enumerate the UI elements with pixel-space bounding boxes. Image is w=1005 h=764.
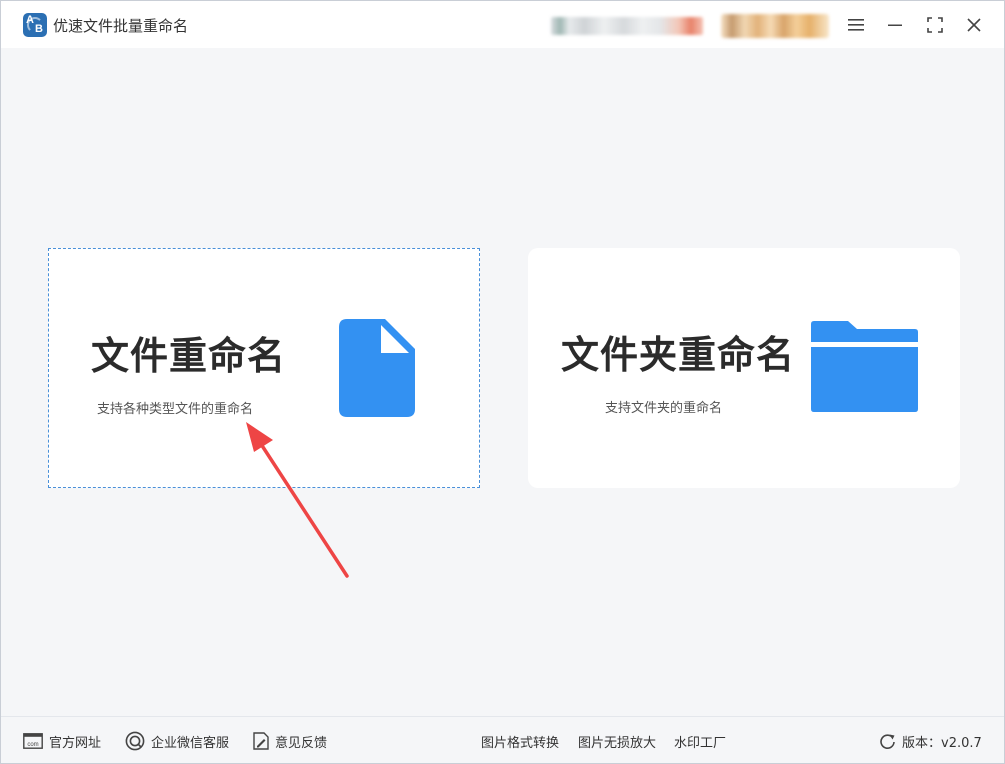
file-rename-card[interactable]: 文件重命名 支持各种类型文件的重命名 (48, 248, 480, 488)
close-button[interactable] (960, 11, 988, 39)
image-format-convert-link[interactable]: 图片格式转换 (481, 731, 559, 751)
version-info: 版本：v2.0.7 (879, 731, 982, 751)
watermark-factory-link[interactable]: 水印工厂 (674, 731, 726, 751)
website-icon-text: com (27, 742, 38, 748)
refresh-icon (879, 733, 896, 750)
wechat-support-label: 企业微信客服 (151, 735, 230, 751)
folder-rename-title: 文件夹重命名 (561, 333, 796, 377)
blurred-vip-badge[interactable] (721, 14, 829, 38)
website-icon: com (23, 733, 43, 749)
app-logo: A B (23, 13, 47, 37)
menu-button[interactable] (842, 11, 870, 39)
version-label: 版本：v2.0.7 (902, 735, 982, 751)
app-window: A B 优速文件批量重命名 文件重命名 支持各种类型文件的重命名 文件夹重命名 … (0, 0, 1005, 764)
folder-icon (811, 321, 918, 412)
folder-rename-description: 支持文件夹的重命名 (605, 401, 723, 416)
feedback-icon (253, 732, 269, 750)
footer-bar: com 官方网址 企业微信客服 意见反馈 图片格式转换 图片无损放大 水印工厂 … (1, 716, 1004, 763)
minimize-icon (888, 24, 902, 26)
feedback-link[interactable]: 意见反馈 (253, 731, 327, 751)
chat-icon (125, 731, 145, 751)
close-icon (967, 18, 981, 32)
folder-rename-card[interactable]: 文件夹重命名 支持文件夹的重命名 (528, 248, 960, 488)
image-lossless-enlarge-link[interactable]: 图片无损放大 (578, 731, 656, 751)
official-website-link[interactable]: com 官方网址 (23, 731, 101, 751)
logo-letter-a: A (26, 14, 34, 26)
app-title: 优速文件批量重命名 (53, 17, 189, 35)
minimize-button[interactable] (881, 11, 909, 39)
file-icon (339, 319, 415, 417)
file-rename-title: 文件重命名 (91, 334, 287, 378)
title-bar: A B 优速文件批量重命名 (1, 1, 1004, 48)
maximize-button[interactable] (921, 11, 949, 39)
logo-letter-b: B (35, 23, 43, 35)
wechat-support-link[interactable]: 企业微信客服 (125, 731, 229, 751)
official-website-label: 官方网址 (49, 735, 102, 751)
maximize-icon (927, 17, 943, 33)
menu-icon (848, 19, 864, 31)
file-rename-description: 支持各种类型文件的重命名 (97, 402, 254, 417)
feedback-label: 意见反馈 (275, 735, 328, 751)
blurred-user-info[interactable] (551, 17, 703, 35)
